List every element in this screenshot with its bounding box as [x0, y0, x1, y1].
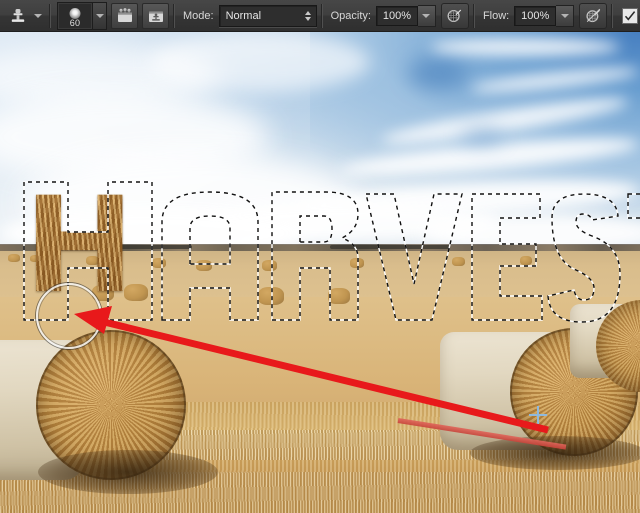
chevron-up-icon: [304, 10, 311, 15]
opacity-value: 100%: [375, 5, 418, 26]
chevron-down-icon: [560, 13, 569, 18]
chevron-down-icon: [422, 13, 431, 18]
mode-stepper-icon[interactable]: [300, 7, 316, 25]
airbrush-toggle[interactable]: [579, 2, 608, 29]
separator-3: [320, 3, 323, 28]
chevron-down-icon: [34, 13, 42, 18]
aligned-checkbox[interactable]: [622, 7, 639, 24]
photoshop-window: 60 Mode: Normal Opacity: 100% Flow: 100%…: [0, 0, 640, 513]
mode-label: Mode:: [183, 9, 214, 22]
separator-5: [611, 3, 614, 28]
mode-value: Normal: [225, 9, 262, 22]
brush-picker-caret[interactable]: [93, 1, 107, 30]
separator-2: [173, 3, 175, 28]
airbrush-pressure-icon: [447, 9, 462, 23]
options-bar: 60 Mode: Normal Opacity: 100% Flow: 100%: [0, 0, 640, 32]
toggle-clone-source-panel[interactable]: [142, 2, 169, 29]
clone-source-panel-icon: [148, 11, 163, 22]
clone-stamp-tool-button[interactable]: [5, 4, 31, 28]
flow-caret-button[interactable]: [556, 4, 575, 27]
checkmark-icon: [625, 10, 636, 21]
aligned-checkbox-group[interactable]: Aligned: [622, 7, 640, 24]
mode-select[interactable]: Normal: [218, 4, 317, 27]
tool-preset-caret[interactable]: [31, 5, 45, 27]
image-canvas[interactable]: H: [0, 32, 640, 513]
opacity-pressure-toggle[interactable]: [440, 2, 469, 29]
flow-field[interactable]: 100%: [514, 4, 575, 27]
opacity-field[interactable]: 100%: [375, 4, 436, 27]
chevron-down-icon: [304, 16, 311, 21]
separator-4: [472, 3, 475, 28]
separator-1: [49, 3, 51, 28]
flow-value: 100%: [514, 5, 557, 26]
chevron-down-icon: [95, 13, 104, 18]
toggle-brush-panel[interactable]: [111, 2, 138, 29]
airbrush-icon: [586, 8, 600, 23]
brush-preset-picker[interactable]: 60: [57, 1, 93, 30]
clone-stamp-icon: [11, 8, 25, 22]
opacity-label: Opacity:: [330, 9, 371, 22]
flow-label: Flow:: [482, 9, 510, 22]
brush-size-value: 60: [69, 17, 81, 28]
red-arrow-annotation: [74, 306, 549, 434]
brush-panel-icon: [117, 8, 132, 22]
opacity-caret-button[interactable]: [417, 4, 436, 27]
